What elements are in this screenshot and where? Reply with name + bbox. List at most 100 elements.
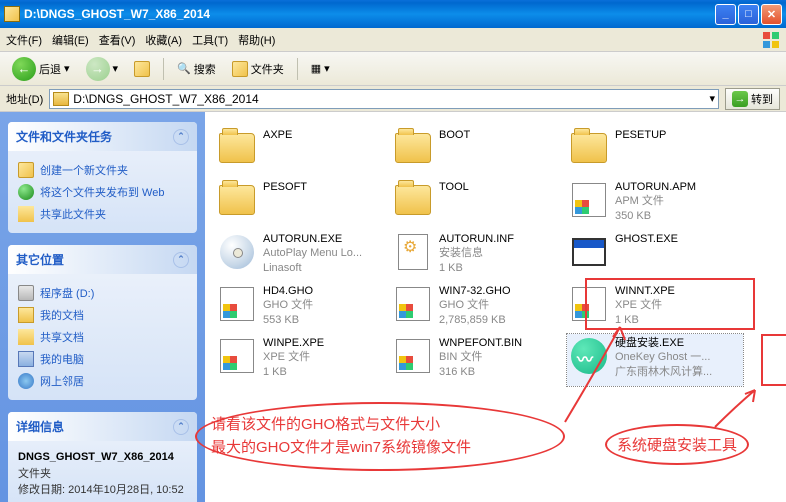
file-sub2: Linasoft — [263, 261, 389, 275]
file-sub1: APM 文件 — [615, 194, 741, 208]
file-item[interactable]: GHOST.EXE — [567, 230, 743, 282]
panel-title: 文件和文件夹任务 — [16, 128, 112, 145]
file-info: WIN7-32.GHO GHO 文件2,785,859 KB — [439, 284, 565, 327]
address-bar: 地址(D) ▾ → 转到 — [0, 86, 786, 112]
file-item[interactable]: WIN7-32.GHO GHO 文件2,785,859 KB — [391, 282, 567, 334]
task-label: 创建一个新文件夹 — [40, 162, 128, 178]
place-icon — [18, 373, 34, 389]
chevron-up-icon: ⌃ — [173, 252, 189, 268]
file-name: 硬盘安装.EXE — [615, 336, 741, 350]
file-name: TOOL — [439, 180, 565, 194]
task-item[interactable]: 将这个文件夹发布到 Web — [18, 181, 187, 203]
views-button[interactable]: ▦▾ — [305, 58, 336, 79]
other-panel-header[interactable]: 其它位置 ⌃ — [8, 245, 197, 274]
file-sub2: 316 KB — [439, 365, 565, 379]
back-button[interactable]: ← 后退 ▾ — [6, 53, 76, 85]
file-info: HD4.GHO GHO 文件553 KB — [263, 284, 389, 327]
minimize-button[interactable]: _ — [715, 4, 736, 25]
go-button[interactable]: → 转到 — [725, 88, 780, 110]
file-item[interactable]: AXPE — [215, 126, 391, 178]
file-sub2: 553 KB — [263, 313, 389, 327]
file-icon — [569, 336, 609, 376]
file-item[interactable]: TOOL — [391, 178, 567, 230]
search-button[interactable]: 🔍 搜索 — [171, 57, 222, 81]
file-item[interactable]: WINPE.XPE XPE 文件1 KB — [215, 334, 391, 386]
address-input[interactable] — [73, 92, 705, 106]
file-icon — [393, 180, 433, 220]
file-item[interactable]: AUTORUN.INF 安装信息1 KB — [391, 230, 567, 282]
details-panel-header[interactable]: 详细信息 ⌃ — [8, 412, 197, 441]
place-item[interactable]: 我的文档 — [18, 304, 187, 326]
close-button[interactable]: ✕ — [761, 4, 782, 25]
file-item[interactable]: WNPEFONT.BIN BIN 文件316 KB — [391, 334, 567, 386]
forward-button[interactable]: → ▾ — [80, 53, 125, 85]
file-info: AUTORUN.EXE AutoPlay Menu Lo...Linasoft — [263, 232, 389, 275]
menu-file[interactable]: 文件(F) — [6, 32, 42, 48]
chevron-up-icon: ⌃ — [173, 129, 189, 145]
file-sub2: 广东雨林木风计算... — [615, 365, 741, 379]
file-info: WNPEFONT.BIN BIN 文件316 KB — [439, 336, 565, 379]
annotation-gho-info: 请看该文件的GHO格式与文件大小 最大的GHO文件才是win7系统镜像文件 — [195, 402, 565, 471]
search-label: 搜索 — [194, 61, 216, 77]
file-sub2: 350 KB — [615, 209, 741, 223]
file-item[interactable]: BOOT — [391, 126, 567, 178]
chevron-up-icon: ⌃ — [173, 419, 189, 435]
file-name: AUTORUN.APM — [615, 180, 741, 194]
file-sub2: 1 KB — [263, 365, 389, 379]
go-label: 转到 — [751, 91, 773, 107]
file-name: HD4.GHO — [263, 284, 389, 298]
file-info: AUTORUN.APM APM 文件350 KB — [615, 180, 741, 223]
place-item[interactable]: 程序盘 (D:) — [18, 282, 187, 304]
file-name: GHOST.EXE — [615, 232, 741, 246]
folder-icon — [53, 92, 69, 106]
place-label: 共享文档 — [40, 329, 84, 345]
other-places-panel: 其它位置 ⌃ 程序盘 (D:)我的文档共享文档我的电脑网上邻居 — [8, 245, 197, 400]
file-icon — [217, 284, 257, 324]
place-label: 网上邻居 — [40, 373, 84, 389]
place-item[interactable]: 共享文档 — [18, 326, 187, 348]
menu-view[interactable]: 查看(V) — [99, 32, 136, 48]
window-icon — [4, 6, 20, 22]
file-icon — [393, 284, 433, 324]
toolbar: ← 后退 ▾ → ▾ 🔍 搜索 文件夹 ▦▾ — [0, 52, 786, 86]
task-item[interactable]: 创建一个新文件夹 — [18, 159, 187, 181]
task-item[interactable]: 共享此文件夹 — [18, 203, 187, 225]
file-item[interactable]: PESOFT — [215, 178, 391, 230]
file-info: PESOFT — [263, 180, 389, 194]
go-arrow-icon: → — [732, 91, 748, 107]
file-icon — [393, 232, 433, 272]
file-item[interactable]: AUTORUN.APM APM 文件350 KB — [567, 178, 743, 230]
menu-edit[interactable]: 编辑(E) — [52, 32, 89, 48]
file-icon — [217, 336, 257, 376]
folders-button[interactable]: 文件夹 — [226, 57, 290, 81]
menu-favorites[interactable]: 收藏(A) — [145, 32, 182, 48]
file-name: WIN7-32.GHO — [439, 284, 565, 298]
file-info: GHOST.EXE — [615, 232, 741, 246]
file-item[interactable]: AUTORUN.EXE AutoPlay Menu Lo...Linasoft — [215, 230, 391, 282]
file-sub1: GHO 文件 — [439, 298, 565, 312]
file-sub1: AutoPlay Menu Lo... — [263, 246, 389, 260]
file-item[interactable]: HD4.GHO GHO 文件553 KB — [215, 282, 391, 334]
up-button[interactable] — [128, 57, 156, 81]
place-item[interactable]: 我的电脑 — [18, 348, 187, 370]
sidebar: 文件和文件夹任务 ⌃ 创建一个新文件夹将这个文件夹发布到 Web 共享此文件夹 其… — [0, 112, 205, 502]
search-icon: 🔍 — [177, 62, 191, 75]
menu-help[interactable]: 帮助(H) — [238, 32, 275, 48]
tasks-panel-header[interactable]: 文件和文件夹任务 ⌃ — [8, 122, 197, 151]
title-bar: D:\DNGS_GHOST_W7_X86_2014 _ □ ✕ — [0, 0, 786, 28]
maximize-button[interactable]: □ — [738, 4, 759, 25]
file-name: BOOT — [439, 128, 565, 142]
task-label: 将这个文件夹发布到 Web — [40, 184, 164, 200]
folders-icon — [232, 61, 248, 77]
file-list: AXPE BOOT PESETUP PESOFT TOOL AUTORUN.AP… — [205, 112, 786, 502]
place-item[interactable]: 网上邻居 — [18, 370, 187, 392]
file-name: AUTORUN.EXE — [263, 232, 389, 246]
file-item[interactable]: PESETUP — [567, 126, 743, 178]
windows-logo-icon — [762, 31, 780, 49]
file-info: 硬盘安装.EXE OneKey Ghost 一...广东雨林木风计算... — [615, 336, 741, 379]
place-icon — [18, 329, 34, 345]
file-item[interactable]: 硬盘安装.EXE OneKey Ghost 一...广东雨林木风计算... — [567, 334, 743, 386]
dropdown-icon[interactable]: ▾ — [709, 92, 715, 105]
menu-tools[interactable]: 工具(T) — [192, 32, 228, 48]
address-input-container: ▾ — [49, 89, 719, 109]
